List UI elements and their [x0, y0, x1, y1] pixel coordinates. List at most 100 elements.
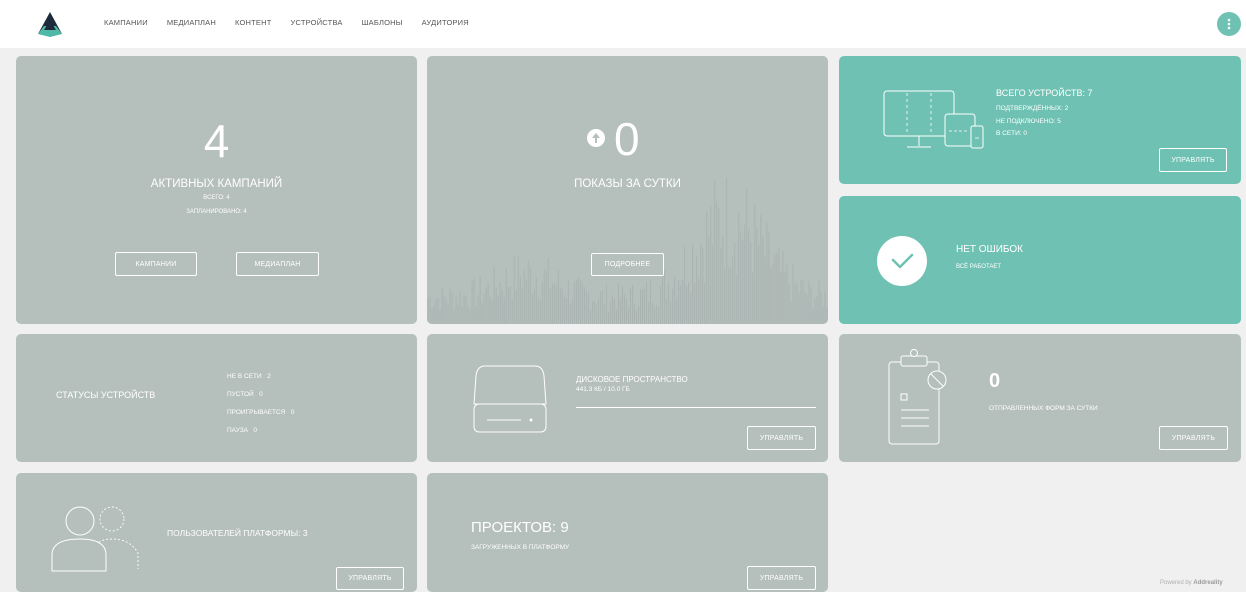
background-bar: [756, 228, 758, 324]
errors-subtitle: ВСЁ РАБОТАЕТ: [956, 264, 1002, 270]
impressions-background-chart: [427, 177, 828, 324]
status-row: ПРОИГРЫВАЕТСЯ 0: [227, 404, 294, 422]
background-bar: [599, 291, 601, 324]
background-bar: [575, 280, 577, 324]
nav-item-devices[interactable]: УСТРОЙСТВА: [291, 18, 343, 27]
nav-item-audience[interactable]: АУДИТОРИЯ: [422, 18, 469, 27]
background-bar: [585, 290, 587, 324]
devices-total: ВСЕГО УСТРОЙСТВ: 7: [996, 88, 1093, 98]
background-bar: [810, 286, 812, 324]
background-bar: [435, 299, 437, 324]
background-bar: [579, 279, 581, 324]
clipboard-icon: [888, 349, 947, 445]
background-bar: [567, 280, 569, 324]
background-bar: [646, 281, 648, 324]
background-bar: [445, 300, 447, 324]
background-bar: [774, 254, 776, 324]
background-bar: [477, 294, 479, 324]
background-bar: [814, 298, 816, 324]
campaigns-total: ВСЕГО: 4: [203, 195, 230, 201]
details-button[interactable]: ПОДРОБНЕЕ: [591, 253, 664, 276]
devices-manage-button[interactable]: УПРАВЛЯТЬ: [1159, 148, 1227, 172]
check-circle-icon: [877, 236, 927, 286]
background-bar: [784, 271, 786, 324]
background-bar: [493, 267, 495, 324]
background-bar: [503, 297, 505, 324]
background-bar: [660, 286, 662, 324]
main-nav: КАМПАНИИ МЕДИАПЛАН КОНТЕНТ УСТРОЙСТВА ША…: [104, 18, 469, 27]
background-bar: [515, 289, 517, 324]
background-bar: [507, 286, 509, 324]
background-bar: [630, 288, 632, 324]
background-bar: [453, 309, 455, 324]
status-row: ПАУЗА 0: [227, 422, 294, 440]
status-label: ПАУЗА: [227, 427, 248, 434]
background-bar: [471, 280, 473, 324]
background-bar: [734, 242, 736, 324]
background-bar: [551, 284, 553, 324]
brand-logo-icon[interactable]: [36, 10, 64, 38]
background-bar: [593, 300, 595, 324]
background-bar: [632, 284, 634, 324]
background-bar: [455, 297, 457, 324]
background-bar: [607, 311, 609, 324]
background-bar: [581, 282, 583, 324]
background-bar: [441, 287, 443, 324]
background-bar: [684, 245, 686, 324]
nav-item-mediaplan[interactable]: МЕДИАПЛАН: [167, 18, 216, 27]
status-label: ПУСТОЙ: [227, 391, 254, 398]
background-bar: [463, 294, 465, 324]
users-manage-button[interactable]: УПРАВЛЯТЬ: [336, 567, 404, 590]
powered-by-brand[interactable]: Addreality: [1193, 580, 1222, 586]
status-row: ПУСТОЙ 0: [227, 386, 294, 404]
background-bar: [786, 264, 788, 324]
background-bar: [628, 307, 629, 324]
background-bar: [752, 272, 754, 324]
background-bar: [764, 256, 766, 324]
background-bar: [824, 291, 826, 324]
projects-manage-button[interactable]: УПРАВЛЯТЬ: [747, 566, 816, 590]
background-bar: [696, 255, 698, 324]
forms-manage-button[interactable]: УПРАВЛЯТЬ: [1159, 426, 1228, 450]
nav-item-campaigns[interactable]: КАМПАНИИ: [104, 18, 148, 27]
nav-item-templates[interactable]: ШАБЛОНЫ: [362, 18, 403, 27]
background-bar: [674, 276, 676, 324]
background-bar: [589, 310, 591, 324]
background-bar: [573, 282, 575, 324]
background-bar: [483, 293, 485, 324]
background-bar: [708, 237, 710, 324]
background-bar: [475, 306, 477, 324]
kebab-menu-icon: [1227, 18, 1231, 30]
powered-by: Powered by Addreality: [1160, 580, 1223, 586]
status-value: 2: [267, 373, 271, 380]
background-bar: [595, 305, 597, 324]
background-bar: [451, 292, 453, 324]
background-bar: [577, 277, 579, 324]
disk-space-tile: ДИСКОВОЕ ПРОСТРАНСТВО 441.3 КБ / 10.0 ГБ…: [427, 334, 828, 462]
background-bar: [459, 291, 461, 324]
devices-icon: [883, 90, 984, 149]
background-bar: [461, 306, 463, 324]
disk-manage-button[interactable]: УПРАВЛЯТЬ: [747, 426, 816, 450]
background-bar: [495, 287, 497, 324]
impressions-count: 0: [614, 113, 640, 165]
statuses-list: НЕ В СЕТИ 2 ПУСТОЙ 0 ПРОИГРЫВАЕТСЯ 0 ПАУ…: [227, 368, 294, 440]
background-bar: [433, 305, 435, 324]
devices-tile: ВСЕГО УСТРОЙСТВ: 7 ПОДТВЕРЖДЁННЫХ: 2 НЕ …: [839, 56, 1241, 184]
background-bar: [601, 290, 603, 324]
menu-button[interactable]: [1217, 12, 1241, 36]
background-bar: [704, 283, 706, 324]
background-bar: [792, 264, 794, 324]
background-bar: [688, 282, 690, 324]
mediaplan-button[interactable]: МЕДИАПЛАН: [236, 252, 319, 276]
background-bar: [473, 279, 475, 324]
background-bar: [638, 306, 640, 324]
background-bar: [666, 298, 668, 324]
nav-item-content[interactable]: КОНТЕНТ: [235, 18, 272, 27]
background-bar: [537, 297, 539, 324]
campaigns-button[interactable]: КАМПАНИИ: [115, 252, 197, 276]
users-icon: [51, 506, 139, 572]
devices-not-connected: НЕ ПОДКЛЮЧЕНО: 5: [996, 118, 1061, 125]
users-title: ПОЛЬЗОВАТЕЛЕЙ ПЛАТФОРМЫ: 3: [167, 528, 308, 538]
background-bar: [668, 281, 670, 324]
